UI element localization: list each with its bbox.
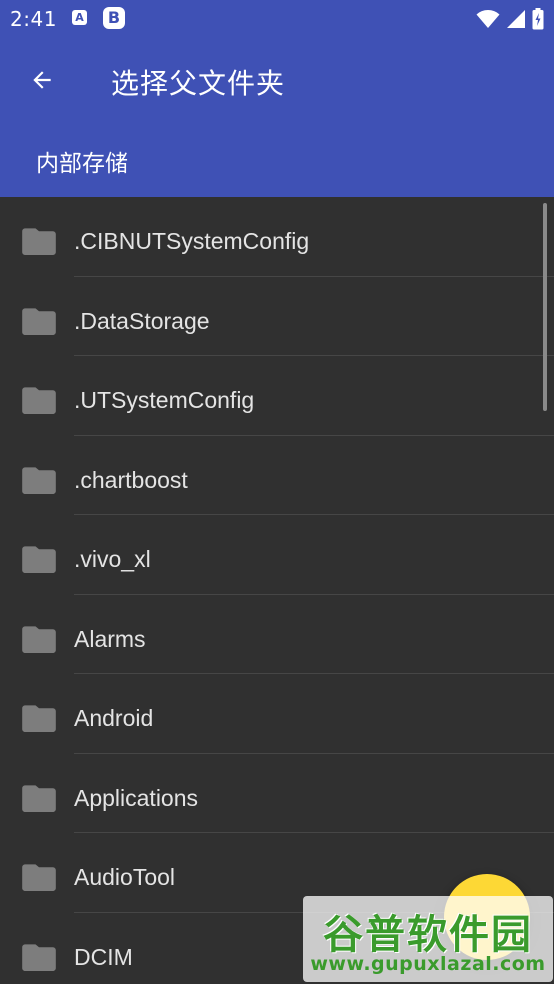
notification-b-icon: B [103,7,125,29]
folder-icon [22,943,56,971]
status-time: 2:41 [10,7,57,31]
folder-name: DCIM [74,943,133,970]
folder-icon [22,625,56,653]
folder-item[interactable]: .vivo_xl [0,515,554,595]
folder-icon [22,466,56,494]
folder-item[interactable]: Android [0,674,554,754]
watermark-title: 谷普软件园 [323,912,533,958]
notification-a-icon: A [72,10,87,25]
watermark-url: www.gupuxlazal.com [310,953,546,975]
back-button[interactable] [18,56,66,104]
arrow-left-icon [33,71,51,89]
scrollbar-thumb[interactable] [543,203,547,411]
page-title: 选择父文件夹 [111,67,286,100]
folder-icon [22,705,56,732]
folder-picker-screen: 2:41 A B 选择父文件夹 内部存储 .CIBNUTSystemConfig… [0,0,554,984]
status-bar: 2:41 A B [0,0,554,38]
folder-name: AudioTool [74,864,176,890]
wifi-icon [476,10,500,28]
folder-icon [22,387,56,414]
folder-name: Android [74,705,154,731]
folder-item[interactable]: .chartboost [0,436,554,515]
folder-name: .UTSystemConfig [74,387,255,413]
status-icons [476,7,544,31]
folder-item[interactable]: Alarms [0,595,554,674]
folder-name: .vivo_xl [74,546,151,572]
folder-item[interactable]: .UTSystemConfig [0,356,554,436]
folder-icon [22,546,56,573]
folder-name: .DataStorage [74,307,210,334]
app-bar: 选择父文件夹 内部存储 [0,38,554,197]
folder-icon [22,784,56,812]
folder-icon [22,228,56,255]
folder-item[interactable]: Applications [0,754,554,833]
signal-icon [507,10,525,28]
folder-name: .CIBNUTSystemConfig [74,228,310,254]
current-path-label[interactable]: 内部存储 [36,144,128,178]
watermark: 谷普软件园 www.gupuxlazal.com [303,896,553,982]
folder-list[interactable]: .CIBNUTSystemConfig .DataStorage .UTSyst… [0,197,554,984]
folder-item[interactable]: .DataStorage [0,277,554,356]
folder-name: .chartboost [74,466,188,493]
folder-name: Alarms [74,625,146,652]
folder-icon [22,864,56,891]
battery-icon [532,8,544,30]
folder-item[interactable]: .CIBNUTSystemConfig [0,197,554,277]
folder-name: Applications [74,784,199,811]
folder-icon [22,307,56,335]
